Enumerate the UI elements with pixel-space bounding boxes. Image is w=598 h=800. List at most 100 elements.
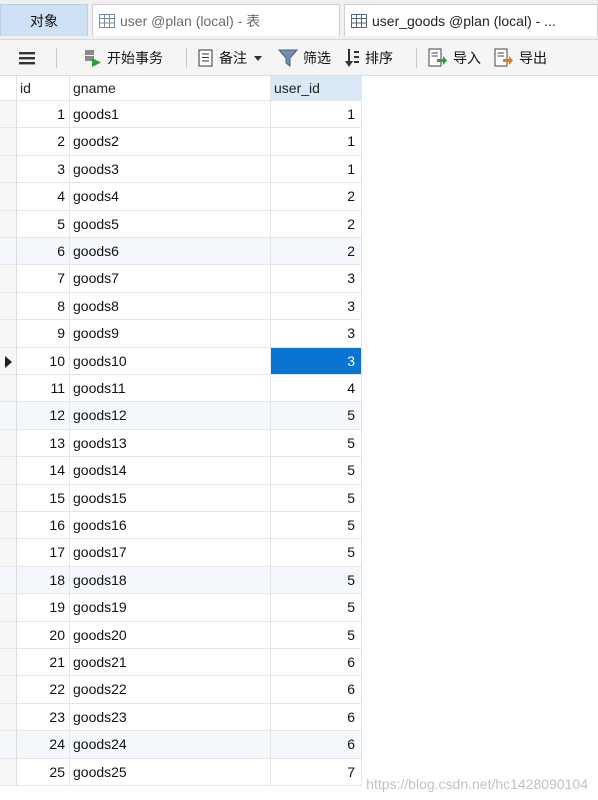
cell-user-id[interactable]: 6	[271, 649, 362, 677]
cell-user-id[interactable]: 5	[271, 539, 362, 567]
cell-user-id[interactable]: 1	[271, 128, 362, 156]
table-row[interactable]: 12 goods12 5	[0, 402, 362, 430]
cell-gname[interactable]: goods19	[70, 594, 271, 622]
column-header-id[interactable]: id	[17, 76, 70, 101]
cell-id[interactable]: 3	[17, 155, 70, 184]
cell-id[interactable]: 16	[17, 512, 70, 540]
tab-user-goods-table[interactable]: user_goods @plan (local) - ...	[344, 4, 598, 36]
table-row[interactable]: 7 goods7 3	[0, 265, 362, 293]
table-row[interactable]: 3 goods3 1	[0, 155, 362, 184]
cell-id[interactable]: 25	[17, 758, 70, 786]
table-row[interactable]: 2 goods2 1	[0, 128, 362, 156]
cell-gname[interactable]: goods22	[70, 676, 271, 704]
row-indicator[interactable]	[0, 512, 17, 540]
cell-id[interactable]: 18	[17, 566, 70, 595]
tab-objects[interactable]: 对象	[0, 4, 88, 36]
row-indicator[interactable]	[0, 347, 17, 375]
cell-id[interactable]: 20	[17, 621, 70, 649]
cell-gname[interactable]: goods16	[70, 512, 271, 540]
cell-gname[interactable]: goods18	[70, 566, 271, 595]
table-row[interactable]: 19 goods19 5	[0, 594, 362, 622]
cell-gname[interactable]: goods10	[70, 347, 271, 375]
table-row[interactable]: 17 goods17 5	[0, 539, 362, 567]
row-indicator[interactable]	[0, 731, 17, 759]
cell-gname[interactable]: goods25	[70, 758, 271, 786]
cell-user-id[interactable]: 4	[271, 375, 362, 403]
table-row[interactable]: 6 goods6 2	[0, 238, 362, 266]
cell-user-id[interactable]: 5	[271, 594, 362, 622]
cell-gname[interactable]: goods7	[70, 265, 271, 293]
row-indicator[interactable]	[0, 703, 17, 732]
cell-user-id[interactable]: 6	[271, 676, 362, 704]
cell-id[interactable]: 24	[17, 731, 70, 759]
row-indicator[interactable]	[0, 429, 17, 458]
cell-id[interactable]: 19	[17, 594, 70, 622]
cell-id[interactable]: 5	[17, 210, 70, 238]
cell-gname[interactable]: goods23	[70, 703, 271, 732]
table-row[interactable]: 24 goods24 6	[0, 731, 362, 759]
cell-id[interactable]: 22	[17, 676, 70, 704]
row-indicator[interactable]	[0, 265, 17, 293]
cell-gname[interactable]: goods12	[70, 402, 271, 430]
cell-gname[interactable]: goods5	[70, 210, 271, 238]
menu-button[interactable]	[18, 45, 41, 71]
table-row[interactable]: 20 goods20 5	[0, 621, 362, 649]
table-row[interactable]: 15 goods15 5	[0, 484, 362, 512]
row-indicator[interactable]	[0, 238, 17, 266]
cell-user-id[interactable]: 2	[271, 183, 362, 211]
cell-gname[interactable]: goods8	[70, 292, 271, 321]
cell-gname[interactable]: goods17	[70, 539, 271, 567]
cell-id[interactable]: 2	[17, 128, 70, 156]
row-indicator[interactable]	[0, 649, 17, 677]
cell-id[interactable]: 1	[17, 101, 70, 129]
table-row[interactable]: 9 goods9 3	[0, 320, 362, 348]
note-button[interactable]: 备注	[198, 45, 263, 71]
table-row[interactable]: 22 goods22 6	[0, 676, 362, 704]
row-indicator[interactable]	[0, 101, 17, 129]
table-row[interactable]: 23 goods23 6	[0, 703, 362, 732]
import-button[interactable]: 导入	[428, 45, 481, 71]
cell-user-id[interactable]: 3	[271, 320, 362, 348]
dropdown-arrow-icon[interactable]	[253, 54, 263, 62]
row-indicator[interactable]	[0, 155, 17, 184]
cell-user-id[interactable]: 3	[271, 292, 362, 321]
cell-user-id[interactable]: 5	[271, 429, 362, 458]
cell-user-id[interactable]: 7	[271, 758, 362, 786]
table-row[interactable]: 10 goods10 3	[0, 347, 362, 375]
row-indicator[interactable]	[0, 128, 17, 156]
cell-id[interactable]: 10	[17, 347, 70, 375]
cell-user-id[interactable]: 2	[271, 210, 362, 238]
row-indicator[interactable]	[0, 292, 17, 321]
cell-user-id[interactable]: 6	[271, 703, 362, 732]
column-header-user-id[interactable]: user_id	[271, 76, 362, 101]
sort-button[interactable]: 排序	[344, 45, 393, 71]
cell-gname[interactable]: goods14	[70, 457, 271, 485]
begin-transaction-button[interactable]: 开始事务	[84, 45, 163, 71]
cell-id[interactable]: 6	[17, 238, 70, 266]
table-row[interactable]: 5 goods5 2	[0, 210, 362, 238]
cell-user-id[interactable]: 5	[271, 402, 362, 430]
table-row[interactable]: 16 goods16 5	[0, 512, 362, 540]
cell-user-id[interactable]: 3	[271, 347, 362, 375]
row-indicator[interactable]	[0, 320, 17, 348]
cell-gname[interactable]: goods4	[70, 183, 271, 211]
table-row[interactable]: 11 goods11 4	[0, 375, 362, 403]
cell-user-id[interactable]: 5	[271, 566, 362, 595]
row-indicator[interactable]	[0, 375, 17, 403]
table-row[interactable]: 4 goods4 2	[0, 183, 362, 211]
cell-user-id[interactable]: 1	[271, 101, 362, 129]
cell-gname[interactable]: goods1	[70, 101, 271, 129]
table-row[interactable]: 14 goods14 5	[0, 457, 362, 485]
cell-gname[interactable]: goods20	[70, 621, 271, 649]
cell-gname[interactable]: goods3	[70, 155, 271, 184]
row-indicator[interactable]	[0, 758, 17, 786]
tab-user-table[interactable]: user @plan (local) - 表	[92, 4, 340, 36]
cell-gname[interactable]: goods2	[70, 128, 271, 156]
table-row[interactable]: 18 goods18 5	[0, 566, 362, 595]
table-row[interactable]: 25 goods25 7	[0, 758, 362, 786]
cell-gname[interactable]: goods11	[70, 375, 271, 403]
cell-gname[interactable]: goods21	[70, 649, 271, 677]
row-indicator[interactable]	[0, 457, 17, 485]
cell-id[interactable]: 11	[17, 375, 70, 403]
table-row[interactable]: 1 goods1 1	[0, 101, 362, 129]
